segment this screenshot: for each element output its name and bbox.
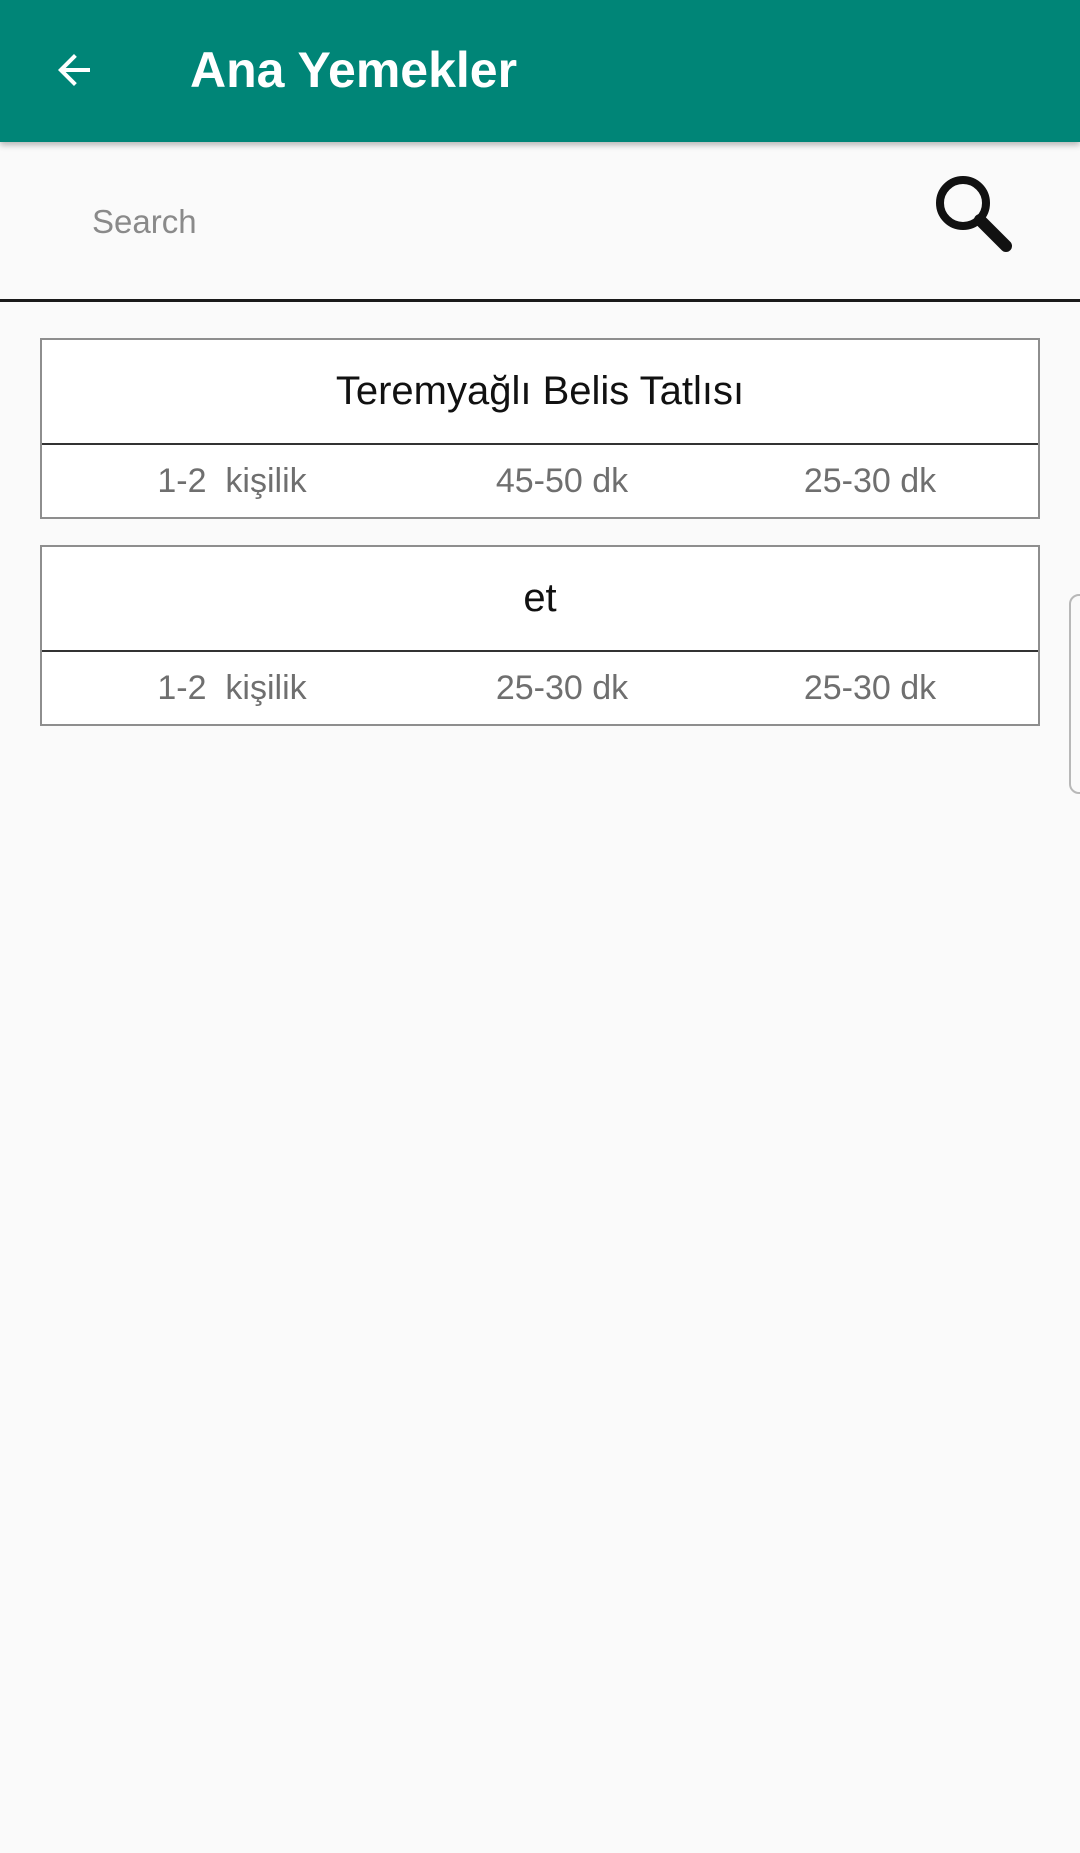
- search-icon: [936, 176, 1012, 252]
- arrow-left-icon: [58, 54, 90, 86]
- edge-panel-handle[interactable]: [1069, 594, 1080, 794]
- recipe-prep-time: 45-50 dk: [495, 461, 629, 500]
- recipe-cook-time: 25-30 dk: [803, 668, 937, 707]
- recipe-name: Teremyağlı Belis Tatlısı: [42, 340, 1038, 445]
- recipe-meta-row: 1-2 kişilik 45-50 dk 25-30 dk: [42, 445, 1038, 517]
- search-input[interactable]: [92, 194, 892, 250]
- recipe-name: et: [42, 547, 1038, 652]
- back-button[interactable]: [36, 32, 112, 108]
- recipe-servings: 1-2 kişilik: [157, 461, 307, 500]
- search-button[interactable]: [930, 170, 1016, 256]
- recipe-prep-time: 25-30 dk: [495, 668, 629, 707]
- recipe-card[interactable]: Teremyağlı Belis Tatlısı 1-2 kişilik 45-…: [40, 338, 1040, 519]
- app-bar: Ana Yemekler: [0, 0, 1080, 142]
- search-bar: [0, 142, 1080, 302]
- recipe-list: Teremyağlı Belis Tatlısı 1-2 kişilik 45-…: [40, 338, 1040, 752]
- recipe-card[interactable]: et 1-2 kişilik 25-30 dk 25-30 dk: [40, 545, 1040, 726]
- recipe-meta-row: 1-2 kişilik 25-30 dk 25-30 dk: [42, 652, 1038, 724]
- recipe-servings: 1-2 kişilik: [157, 668, 307, 707]
- recipe-cook-time: 25-30 dk: [803, 461, 937, 500]
- page-title: Ana Yemekler: [190, 42, 518, 98]
